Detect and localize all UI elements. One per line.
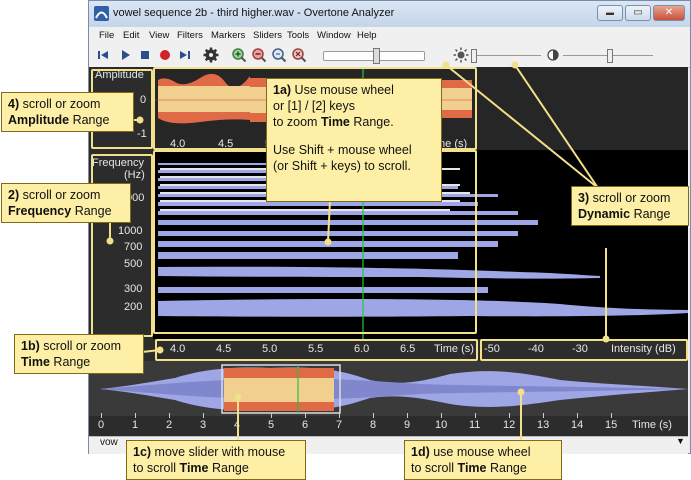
overview-tick-mark xyxy=(339,413,340,418)
overview-time-tick: 12 xyxy=(503,419,516,431)
overview-tick-mark xyxy=(271,413,272,418)
overview-tick-mark xyxy=(101,413,102,418)
callout-3-text: scroll or zoom xyxy=(589,191,671,205)
callout-3-bold: Dynamic xyxy=(578,207,631,221)
overview-time-tick: 11 xyxy=(469,419,481,431)
overview-time-unit: Time (s) xyxy=(632,419,672,431)
overview-time-tick: 8 xyxy=(370,419,377,431)
callout-1a-line2: or [1] / [2] keys xyxy=(273,99,355,113)
callout-3-post: Range xyxy=(630,207,671,221)
overview-time-tick: 13 xyxy=(537,419,550,431)
overview-tick-mark xyxy=(543,413,544,418)
callout-1d-pre: to scroll xyxy=(411,461,458,475)
callout-1d: 1d) use mouse wheel to scroll Time Range xyxy=(404,440,562,480)
callout-3-num: 3) xyxy=(578,191,590,205)
overview-time-tick: 14 xyxy=(571,419,584,431)
callout-1c-bold: Time xyxy=(179,461,209,475)
overview-tick-mark xyxy=(441,413,442,418)
overview-tick-mark xyxy=(475,413,476,418)
callout-1b-post: Range xyxy=(49,355,91,369)
overview-time-tick: 5 xyxy=(268,419,275,431)
overview-time-tick: 1 xyxy=(132,419,139,431)
callout-1b-bold: Time xyxy=(21,355,50,369)
callout-1c-num: 1c) xyxy=(133,445,152,459)
overview-tick-mark xyxy=(577,413,578,418)
callout-1c-text: move slider with mouse xyxy=(151,445,286,459)
callout-1d-text: use mouse wheel xyxy=(429,445,531,459)
callout-1d-post: Range xyxy=(486,461,527,475)
callout-1c-post: Range xyxy=(208,461,249,475)
callout-1b-num: 1b) xyxy=(21,339,40,353)
overview-time-tick: 4 xyxy=(234,419,241,431)
callout-1a-line3-post: Range. xyxy=(349,115,394,129)
callout-1d-bold: Time xyxy=(457,461,487,475)
overview-tick-mark xyxy=(373,413,374,418)
overview-time-tick: 10 xyxy=(435,419,448,431)
callout-1a-line4: Use Shift + mouse wheel xyxy=(273,143,412,157)
callout-1a: 1a) Use mouse wheel or [1] / [2] keys to… xyxy=(266,78,442,202)
overview-tick-mark xyxy=(611,413,612,418)
overview-time-tick: 0 xyxy=(98,419,105,431)
callout-3: 3) scroll or zoom Dynamic Range xyxy=(571,186,689,226)
callout-2: 2) scroll or zoom Frequency Range xyxy=(1,183,131,223)
callout-1c-pre: to scroll xyxy=(133,461,180,475)
callout-1b-text: scroll or zoom xyxy=(39,339,122,353)
callout-2-num: 2) xyxy=(8,188,20,202)
overview-tick-mark xyxy=(135,413,136,418)
overview-tick-mark xyxy=(169,413,170,418)
time-axis-highlight xyxy=(155,339,478,361)
callout-1c: 1c) move slider with mouse to scroll Tim… xyxy=(126,440,306,480)
callout-4-num: 4) xyxy=(8,97,20,111)
callout-2-post: Range xyxy=(71,204,112,218)
callout-2-text: scroll or zoom xyxy=(19,188,101,202)
callout-1d-num: 1d) xyxy=(411,445,430,459)
overview-tick-mark xyxy=(237,413,238,418)
overview-time-tick: 7 xyxy=(336,419,343,431)
callout-1a-line3-pre: to zoom xyxy=(273,115,321,129)
overview-tick-mark xyxy=(203,413,204,418)
overview-time-tick: 9 xyxy=(404,419,411,431)
frequency-axis-highlight xyxy=(91,154,153,337)
callout-1a-line5: (or Shift + keys) to scroll. xyxy=(273,159,411,173)
callout-4-bold: Amplitude xyxy=(8,113,70,127)
intensity-axis-highlight xyxy=(480,339,688,361)
overview-tick-mark xyxy=(305,413,306,418)
overview-tick-mark xyxy=(407,413,408,418)
callout-1b: 1b) scroll or zoom Time Range xyxy=(14,334,144,374)
overview-time-tick: 15 xyxy=(605,419,618,431)
callout-4-text: scroll or zoom xyxy=(19,97,101,111)
overview-tick-mark xyxy=(509,413,510,418)
callout-1a-num: 1a) xyxy=(273,83,292,97)
callout-2-bold: Frequency xyxy=(8,204,72,218)
callout-4-post: Range xyxy=(69,113,110,127)
overview-time-tick: 2 xyxy=(166,419,173,431)
overview-time-tick: 6 xyxy=(302,419,309,431)
callout-1a-line3-bold: Time xyxy=(320,115,350,129)
overview-time-tick: 3 xyxy=(200,419,207,431)
callout-4: 4) scroll or zoom Amplitude Range xyxy=(1,92,134,132)
callout-1a-text: Use mouse wheel xyxy=(291,83,394,97)
